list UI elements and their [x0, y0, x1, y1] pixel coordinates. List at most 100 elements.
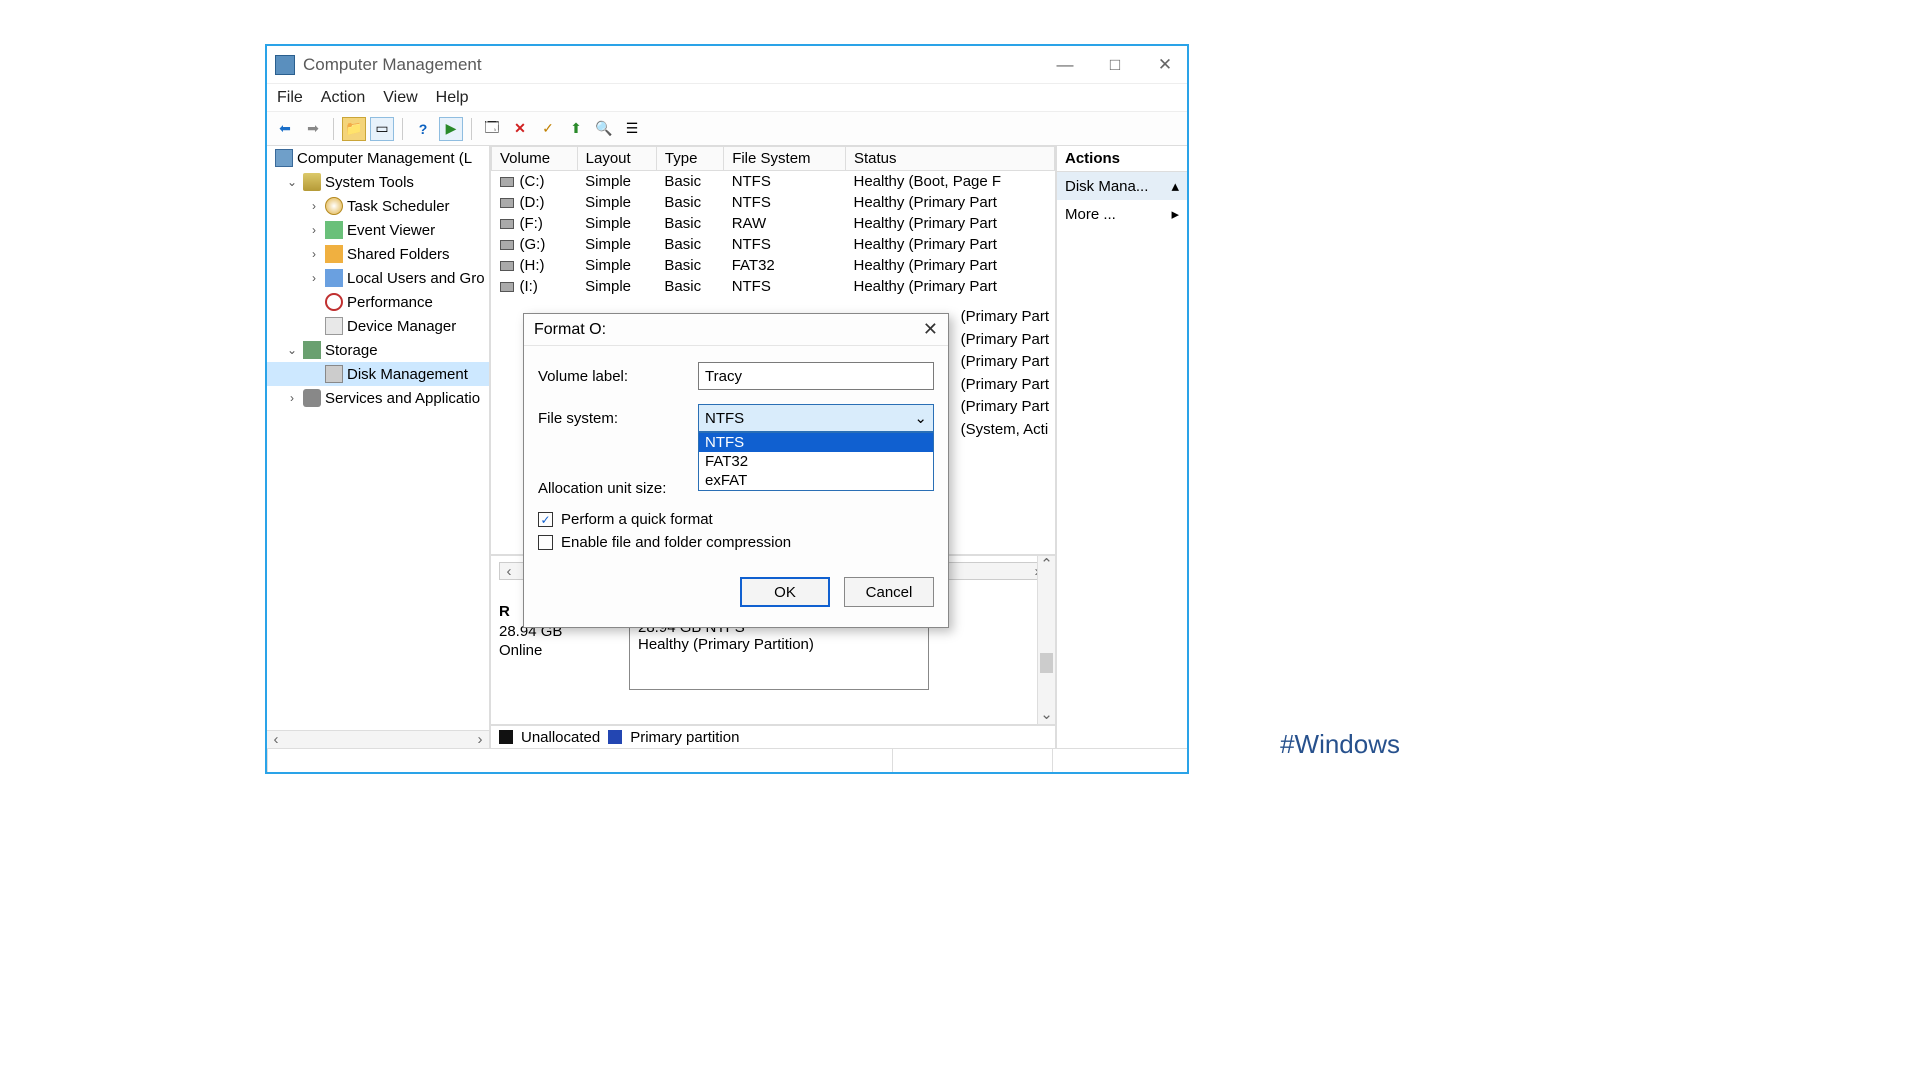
col-volume[interactable]: Volume	[492, 147, 578, 171]
menu-help[interactable]: Help	[436, 89, 469, 107]
table-row[interactable]: (C:)SimpleBasicNTFSHealthy (Boot, Page F	[492, 171, 1055, 193]
status-fragment: (System, Acti	[961, 419, 1049, 442]
scroll-down-icon[interactable]: ⌄	[1038, 706, 1055, 724]
actions-disk-management[interactable]: Disk Mana... ▴	[1057, 172, 1187, 200]
expand-icon[interactable]: ›	[307, 271, 321, 285]
check-icon[interactable]: ✓	[536, 117, 560, 141]
table-row[interactable]: (H:)SimpleBasicFAT32Healthy (Primary Par…	[492, 255, 1055, 276]
volume-table: Volume Layout Type File System Status (C…	[491, 146, 1055, 297]
quick-format-label: Perform a quick format	[561, 511, 713, 528]
swatch-primary	[608, 730, 622, 744]
col-layout[interactable]: Layout	[577, 147, 656, 171]
window-title: Computer Management	[303, 55, 482, 75]
tree-performance[interactable]: Performance	[267, 290, 489, 314]
scroll-thumb[interactable]	[1040, 653, 1053, 673]
scroll-right-icon[interactable]: ›	[471, 731, 489, 748]
list-icon[interactable]: ☰	[620, 117, 644, 141]
filesystem-combo-box[interactable]: NTFS ⌄	[698, 404, 934, 432]
table-row[interactable]: (G:)SimpleBasicNTFSHealthy (Primary Part	[492, 234, 1055, 255]
show-tree-icon[interactable]: ▭	[370, 117, 394, 141]
delete-icon[interactable]: ✕	[508, 117, 532, 141]
tree-label: Services and Applicatio	[325, 390, 480, 407]
disk-state: Online	[499, 641, 562, 661]
table-row[interactable]: (D:)SimpleBasicNTFSHealthy (Primary Part	[492, 192, 1055, 213]
toolbar: ⬅ ➡ 📁 ▭ ? ▶ 🗔 ✕ ✓ ⬆ 🔍 ☰	[267, 112, 1187, 146]
table-row[interactable]: (F:)SimpleBasicRAWHealthy (Primary Part	[492, 213, 1055, 234]
menu-action[interactable]: Action	[321, 89, 365, 107]
tree-disk-management[interactable]: Disk Management	[267, 362, 489, 386]
tree-label: Storage	[325, 342, 378, 359]
forward-button[interactable]: ➡	[301, 117, 325, 141]
maximize-button[interactable]: □	[1101, 55, 1129, 75]
search-icon[interactable]: 🔍	[592, 117, 616, 141]
status-fragment: (Primary Part	[961, 396, 1049, 419]
nav-tree: Computer Management (L ⌄System Tools ›Ta…	[267, 146, 491, 748]
col-type[interactable]: Type	[656, 147, 723, 171]
format-dialog: Format O: ✕ Volume label: File system: N…	[523, 313, 949, 628]
collapse-icon[interactable]: ⌄	[285, 343, 299, 357]
col-status[interactable]: Status	[846, 147, 1055, 171]
tree-system-tools[interactable]: ⌄System Tools	[267, 170, 489, 194]
col-fs[interactable]: File System	[724, 147, 846, 171]
tree-services[interactable]: › Services and Applicatio	[267, 386, 489, 410]
toolbar-divider	[333, 118, 334, 140]
ok-button[interactable]: OK	[740, 577, 830, 607]
fs-option-exfat[interactable]: exFAT	[699, 471, 933, 490]
quick-format-checkbox[interactable]: ✓ Perform a quick format	[538, 511, 934, 528]
scroll-left-icon[interactable]: ‹	[267, 731, 285, 748]
status-fragment: (Primary Part	[961, 351, 1049, 374]
actions-header: Actions	[1057, 146, 1187, 172]
scroll-track[interactable]	[1038, 574, 1055, 706]
tree-task-scheduler[interactable]: ›Task Scheduler	[267, 194, 489, 218]
expand-icon[interactable]: ›	[307, 247, 321, 261]
collapse-icon[interactable]: ⌄	[285, 175, 299, 189]
refresh-icon[interactable]: ▶	[439, 117, 463, 141]
legend-unallocated: Unallocated	[521, 729, 600, 746]
scroll-left-icon[interactable]: ‹	[500, 563, 518, 580]
checkbox-unchecked-icon	[538, 535, 553, 550]
back-button[interactable]: ⬅	[273, 117, 297, 141]
volume-icon	[500, 240, 514, 250]
actions-label: Disk Mana...	[1065, 178, 1148, 195]
compression-checkbox[interactable]: Enable file and folder compression	[538, 534, 934, 551]
filesystem-combo[interactable]: NTFS ⌄ NTFS FAT32 exFAT	[698, 404, 934, 432]
wrench-icon	[303, 173, 321, 191]
filesystem-dropdown-list: NTFS FAT32 exFAT	[698, 432, 934, 491]
menu-view[interactable]: View	[383, 89, 417, 107]
close-button[interactable]: ✕	[1151, 55, 1179, 75]
filesystem-value: NTFS	[705, 410, 744, 427]
minimize-button[interactable]: —	[1051, 55, 1079, 75]
hashtag-text: #Windows	[1280, 729, 1400, 760]
expand-icon[interactable]: ›	[307, 223, 321, 237]
tree-shared-folders[interactable]: ›Shared Folders	[267, 242, 489, 266]
volume-icon	[500, 219, 514, 229]
tree-event-viewer[interactable]: ›Event Viewer	[267, 218, 489, 242]
fs-option-ntfs[interactable]: NTFS	[699, 433, 933, 452]
expand-icon[interactable]: ›	[285, 391, 299, 405]
expand-icon[interactable]: ›	[307, 199, 321, 213]
tree-root[interactable]: Computer Management (L	[267, 146, 489, 170]
tree-device-manager[interactable]: Device Manager	[267, 314, 489, 338]
tree-h-scrollbar[interactable]: ‹ ›	[267, 730, 489, 748]
volume-icon	[500, 282, 514, 292]
volume-label-input[interactable]	[698, 362, 934, 390]
tree-local-users[interactable]: ›Local Users and Gro	[267, 266, 489, 290]
up-folder-icon[interactable]: 📁	[342, 117, 366, 141]
lower-v-scrollbar[interactable]: ⌃ ⌄	[1037, 556, 1055, 724]
event-icon	[325, 221, 343, 239]
tree-root-label: Computer Management (L	[297, 150, 472, 167]
actions-more[interactable]: More ... ▸	[1057, 200, 1187, 228]
export-icon[interactable]: ⬆	[564, 117, 588, 141]
cancel-button[interactable]: Cancel	[844, 577, 934, 607]
toolbar-divider	[471, 118, 472, 140]
chevron-down-icon: ⌄	[914, 409, 927, 427]
scroll-up-icon[interactable]: ⌃	[1038, 556, 1055, 574]
properties-icon[interactable]: 🗔	[480, 117, 504, 141]
fs-option-fat32[interactable]: FAT32	[699, 452, 933, 471]
tree-storage[interactable]: ⌄ Storage	[267, 338, 489, 362]
menu-file[interactable]: File	[277, 89, 303, 107]
table-row[interactable]: (I:)SimpleBasicNTFSHealthy (Primary Part	[492, 276, 1055, 297]
help-icon[interactable]: ?	[411, 117, 435, 141]
computer-icon	[275, 149, 293, 167]
dialog-close-button[interactable]: ✕	[923, 319, 938, 340]
